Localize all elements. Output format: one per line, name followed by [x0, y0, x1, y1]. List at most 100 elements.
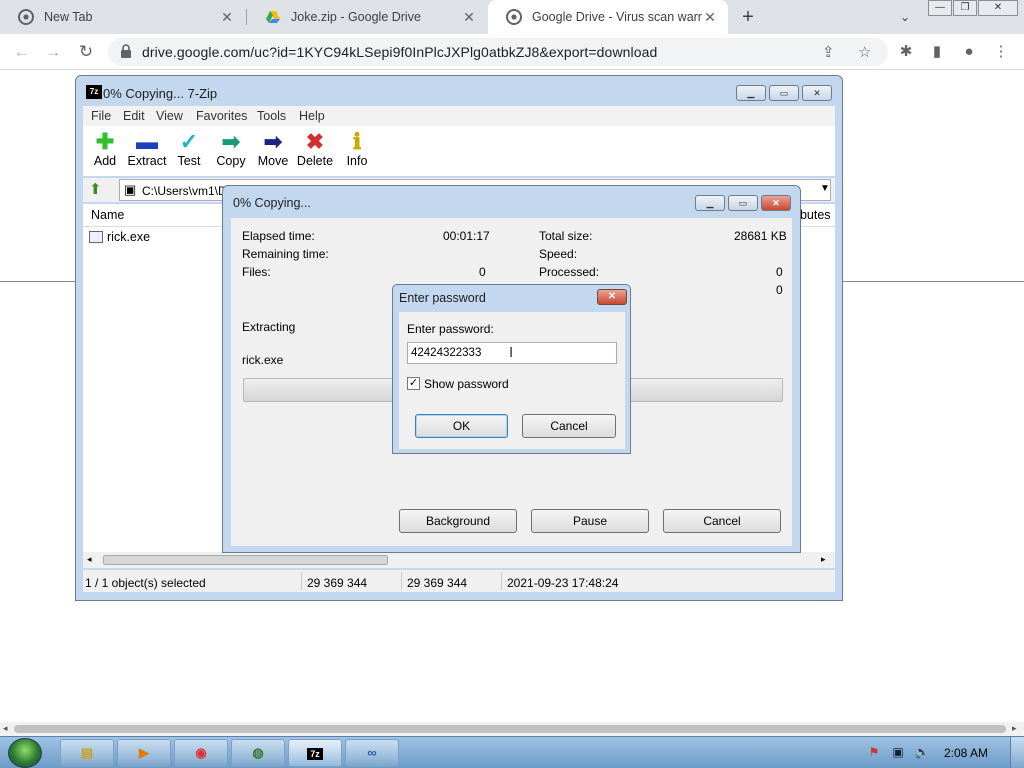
- menu-tools[interactable]: Tools: [257, 109, 286, 123]
- close-button[interactable]: ✕: [802, 85, 832, 101]
- scroll-left-icon[interactable]: ◂: [3, 723, 8, 734]
- taskbar-network[interactable]: ◍: [231, 739, 285, 767]
- close-icon[interactable]: ✕: [461, 9, 477, 26]
- window-title: 0% Copying... 7-Zip: [103, 86, 218, 101]
- flag-icon[interactable]: ⚑: [866, 745, 882, 761]
- profile-avatar-icon[interactable]: ●: [958, 41, 980, 63]
- reload-button[interactable]: ↻: [73, 39, 99, 65]
- cancel-button[interactable]: Cancel: [522, 414, 616, 438]
- pause-button[interactable]: Pause: [531, 509, 649, 533]
- cancel-button[interactable]: Cancel: [663, 509, 781, 533]
- address-bar[interactable]: drive.google.com/uc?id=1KYC94kLSepi9f0In…: [108, 38, 888, 66]
- copy-label: Copy: [216, 154, 246, 168]
- password-prompt: Enter password:: [407, 322, 494, 336]
- column-name[interactable]: Name: [91, 208, 124, 222]
- close-icon[interactable]: ✕: [219, 9, 235, 26]
- folder-icon: ▣: [124, 182, 137, 197]
- scrollbar-thumb[interactable]: [14, 725, 1006, 733]
- ok-button[interactable]: OK: [415, 414, 508, 438]
- copy-button[interactable]: ➡ Copy: [209, 130, 253, 169]
- menu-help[interactable]: Help: [299, 109, 325, 123]
- forward-button[interactable]: →: [40, 39, 66, 65]
- browser-toolbar: ← → ↻ drive.google.com/uc?id=1KYC94kLSep…: [0, 34, 1024, 70]
- taskbar-media-player[interactable]: ▶: [117, 739, 171, 767]
- plus-icon: ✚: [95, 129, 115, 154]
- 7zip-icon: 7z: [307, 748, 323, 760]
- minimize-button[interactable]: ▁: [736, 85, 766, 101]
- taskbar-7zip[interactable]: 7z: [288, 739, 342, 767]
- chevron-down-icon[interactable]: ▼: [820, 183, 830, 194]
- url-text: drive.google.com/uc?id=1KYC94kLSepi9f0In…: [142, 44, 658, 60]
- close-icon[interactable]: ✕: [702, 9, 718, 26]
- menu-kebab-icon[interactable]: ⋮: [990, 41, 1012, 63]
- clock[interactable]: 2:08 AM: [944, 746, 988, 760]
- browser-tab-strip: New Tab ✕ Joke.zip - Google Drive ✕ Goog…: [0, 0, 1024, 34]
- background-button[interactable]: Background: [399, 509, 517, 533]
- close-button[interactable]: ✕: [597, 289, 627, 305]
- menu-edit[interactable]: Edit: [123, 109, 145, 123]
- extract-button[interactable]: ▬ Extract: [125, 129, 169, 169]
- taskbar-chrome[interactable]: ◉: [174, 739, 228, 767]
- scroll-right-icon[interactable]: ▸: [821, 554, 826, 565]
- back-button[interactable]: ←: [9, 39, 35, 65]
- 7zip-icon: 7z: [86, 85, 102, 99]
- google-drive-icon: [266, 11, 280, 23]
- windows-taskbar: ▤ ▶ ◉ ◍ 7z ∞ ⚑ ▣ 🔈 2:08 AM: [0, 736, 1024, 768]
- show-password-label: Show password: [424, 377, 509, 391]
- info-icon: ℹ: [352, 129, 362, 154]
- minus-icon: ▬: [136, 129, 158, 154]
- move-button[interactable]: ➡ Move: [251, 130, 295, 169]
- list-item[interactable]: rick.exe: [89, 230, 150, 244]
- minimize-button[interactable]: —: [928, 0, 952, 16]
- scroll-left-icon[interactable]: ◂: [87, 554, 92, 565]
- star-icon[interactable]: ☆: [858, 43, 871, 61]
- dialog-body: Enter password: 42424322333 I ✓ Show pas…: [399, 312, 625, 449]
- tab-virus-scan[interactable]: Google Drive - Virus scan warnin ✕: [488, 0, 728, 34]
- menu-view[interactable]: View: [156, 109, 183, 123]
- elapsed-value: 00:01:17: [443, 229, 490, 243]
- volume-icon[interactable]: 🔈: [914, 745, 930, 761]
- side-panel-icon[interactable]: ▮: [926, 41, 948, 63]
- scroll-right-icon[interactable]: ▸: [1012, 723, 1017, 734]
- show-password-checkbox[interactable]: ✓: [407, 377, 420, 390]
- test-button[interactable]: ✓ Test: [167, 129, 211, 169]
- total-size-value: 28681 KB: [734, 229, 787, 243]
- network-tray-icon[interactable]: ▣: [890, 745, 906, 761]
- check-icon: ✓: [179, 129, 199, 154]
- media-player-icon: ▶: [139, 745, 149, 760]
- extensions-icon[interactable]: ✱: [895, 41, 917, 63]
- tab-new-tab[interactable]: New Tab ✕: [0, 0, 245, 34]
- delete-label: Delete: [296, 154, 334, 168]
- text-cursor-icon: I: [509, 344, 514, 361]
- chevron-down-icon[interactable]: ⌄: [894, 6, 916, 28]
- remote-icon: ∞: [367, 745, 377, 760]
- delete-x-icon: ✖: [305, 129, 325, 154]
- taskbar-explorer[interactable]: ▤: [60, 739, 114, 767]
- share-icon[interactable]: ⇪: [822, 43, 835, 61]
- up-folder-icon[interactable]: ⬆: [89, 180, 102, 198]
- chrome-icon: [506, 9, 522, 25]
- extra-value: 0: [776, 283, 783, 297]
- status-divider: [501, 572, 502, 590]
- info-button[interactable]: ℹ Info: [335, 129, 379, 169]
- status-selected: 1 / 1 object(s) selected: [85, 576, 206, 590]
- minimize-button[interactable]: ▁: [695, 195, 725, 211]
- status-divider: [301, 572, 302, 590]
- status-modified: 2021-09-23 17:48:24: [507, 576, 619, 590]
- taskbar-remote[interactable]: ∞: [345, 739, 399, 767]
- start-button[interactable]: [8, 738, 42, 768]
- maximize-button[interactable]: ▭: [769, 85, 799, 101]
- close-button[interactable]: ✕: [761, 195, 791, 211]
- scrollbar-thumb[interactable]: [103, 555, 388, 565]
- menu-file[interactable]: File: [91, 109, 111, 123]
- close-window-button[interactable]: ✕: [978, 0, 1018, 16]
- new-tab-button[interactable]: +: [735, 4, 761, 30]
- horizontal-scrollbar[interactable]: ◂ ▸: [83, 552, 835, 568]
- menu-favorites[interactable]: Favorites: [196, 109, 247, 123]
- add-button[interactable]: ✚ Add: [83, 129, 127, 169]
- restore-button[interactable]: ❐: [953, 0, 977, 16]
- maximize-button[interactable]: ▭: [728, 195, 758, 211]
- tab-joke-zip[interactable]: Joke.zip - Google Drive ✕: [247, 0, 487, 34]
- show-desktop-button[interactable]: [1010, 737, 1024, 768]
- delete-button[interactable]: ✖ Delete: [293, 129, 337, 169]
